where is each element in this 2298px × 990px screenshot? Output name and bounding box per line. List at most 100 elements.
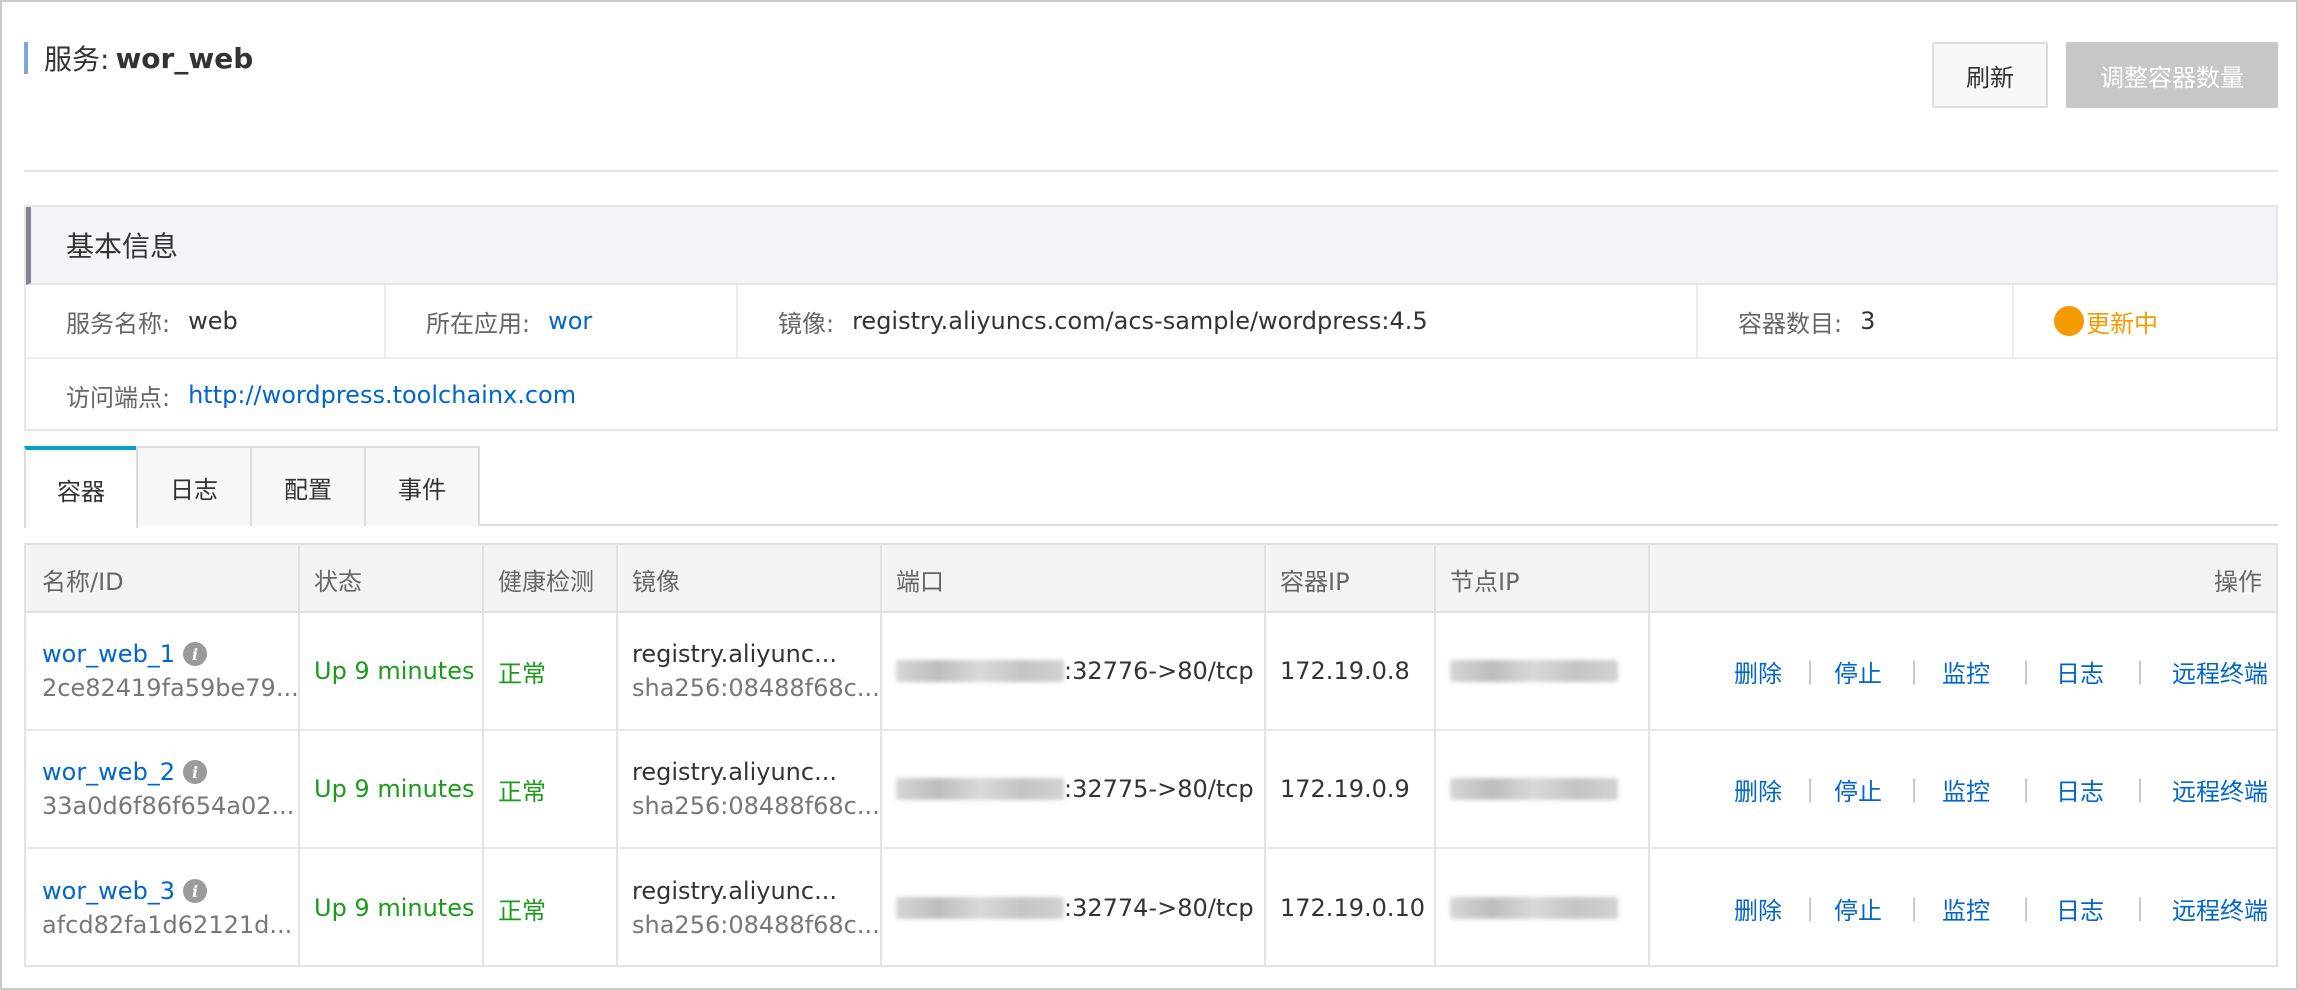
app-link[interactable]: wor <box>548 307 592 335</box>
monitor-action[interactable]: 监控 <box>1942 772 1990 807</box>
logs-action[interactable]: 日志 <box>2056 891 2104 926</box>
status-dot-icon <box>2054 306 2084 336</box>
health-cell: 正常 <box>498 777 546 806</box>
col-header-node-ip: 节点IP <box>1450 567 1520 596</box>
container-count-label: 容器数目: <box>1738 309 1843 338</box>
container-count-cell: 容器数目: 3 <box>1698 285 2014 357</box>
action-separator: | <box>1806 775 1815 803</box>
column-divider <box>616 545 618 965</box>
column-divider <box>1434 545 1436 965</box>
tab-events[interactable]: 事件 <box>364 446 480 526</box>
column-divider <box>482 545 484 965</box>
app-cell: 所在应用: wor <box>386 285 738 357</box>
scale-containers-button[interactable]: 调整容器数量 <box>2066 42 2278 108</box>
page-header: 服务: wor_web <box>24 40 253 76</box>
delete-action[interactable]: 删除 <box>1734 772 1782 807</box>
service-name-value: web <box>188 307 238 335</box>
delete-action[interactable]: 删除 <box>1734 654 1782 689</box>
info-icon[interactable]: i <box>183 642 208 666</box>
table-row: wor_web_2 i 33a0d6f86f654a02... Up 9 minu… <box>26 731 2276 849</box>
name-cell: wor_web_2 i 33a0d6f86f654a02... <box>26 731 298 847</box>
action-separator: | <box>1806 894 1815 922</box>
delete-action[interactable]: 删除 <box>1734 891 1782 926</box>
redacted-host-ip <box>896 897 1064 919</box>
image-name: registry.aliyunc... <box>632 877 837 905</box>
container-ip-cell: 172.19.0.10 <box>1280 894 1426 922</box>
col-header-actions: 操作 <box>2214 567 2262 596</box>
port-cell: :32776->80/tcp <box>880 613 1254 729</box>
action-separator: | <box>2136 657 2145 685</box>
image-name: registry.aliyunc... <box>632 758 837 786</box>
tab-containers[interactable]: 容器 <box>24 446 138 528</box>
image-label: 镜像: <box>778 309 835 338</box>
app-label: 所在应用: <box>426 309 531 338</box>
basic-info-panel: 基本信息 服务名称: web 所在应用: wor 镜像: registry.al… <box>24 205 2278 431</box>
image-digest: sha256:08488f68c... <box>632 674 880 702</box>
action-separator: | <box>2022 894 2031 922</box>
image-cell: 镜像: registry.aliyuncs.com/acs-sample/wor… <box>738 285 1698 357</box>
action-separator: | <box>1910 894 1919 922</box>
container-name-link[interactable]: wor_web_2 <box>42 758 175 786</box>
action-separator: | <box>2136 894 2145 922</box>
page-title: wor_web <box>115 41 254 75</box>
basic-info-heading: 基本信息 <box>26 207 2276 285</box>
port-cell: :32775->80/tcp <box>880 731 1254 847</box>
info-icon[interactable]: i <box>183 879 208 903</box>
action-separator: | <box>1910 657 1919 685</box>
endpoint-row: 访问端点: http://wordpress.toolchainx.com <box>26 359 2276 431</box>
title-accent-bar <box>24 42 28 74</box>
endpoint-link[interactable]: http://wordpress.toolchainx.com <box>188 381 576 409</box>
column-divider <box>880 545 882 965</box>
stop-action[interactable]: 停止 <box>1834 772 1882 807</box>
info-icon[interactable]: i <box>183 760 208 784</box>
endpoint-label: 访问端点: <box>66 383 171 412</box>
page-title-label: 服务: <box>44 43 110 76</box>
port-cell: :32774->80/tcp <box>880 849 1254 967</box>
action-separator: | <box>1806 657 1815 685</box>
action-separator: | <box>1910 775 1919 803</box>
service-name-cell: 服务名称: web <box>26 285 386 357</box>
column-divider <box>298 545 300 965</box>
node-ip-cell <box>1434 849 1618 967</box>
col-header-health: 健康检测 <box>498 567 594 596</box>
image-name: registry.aliyunc... <box>632 640 837 668</box>
col-header-name: 名称/ID <box>42 567 124 596</box>
status-badge: 更新中 <box>2054 304 2158 339</box>
container-ip-cell: 172.19.0.8 <box>1280 657 1410 685</box>
redacted-host-ip <box>896 660 1064 682</box>
endpoint-cell: 访问端点: http://wordpress.toolchainx.com <box>26 359 1226 431</box>
col-header-image: 镜像 <box>632 567 680 596</box>
terminal-action[interactable]: 远程终端 <box>2172 891 2268 926</box>
logs-action[interactable]: 日志 <box>2056 772 2104 807</box>
redacted-node-ip <box>1450 660 1618 682</box>
header-divider <box>24 170 2278 172</box>
terminal-action[interactable]: 远程终端 <box>2172 654 2268 689</box>
action-separator: | <box>2136 775 2145 803</box>
image-cell: registry.aliyunc... sha256:08488f68c... <box>616 731 880 847</box>
logs-action[interactable]: 日志 <box>2056 654 2104 689</box>
state-cell: Up 9 minutes <box>314 775 475 803</box>
column-divider <box>1264 545 1266 965</box>
port-mapping: :32774->80/tcp <box>1064 894 1254 922</box>
stop-action[interactable]: 停止 <box>1834 654 1882 689</box>
refresh-button[interactable]: 刷新 <box>1932 42 2048 108</box>
row-actions: 删除 | 停止 | 监控 | 日志 | 远程终端 <box>1648 849 2280 967</box>
container-name-link[interactable]: wor_web_1 <box>42 640 175 668</box>
name-cell: wor_web_3 i afcd82fa1d62121d... <box>26 849 298 967</box>
container-name-link[interactable]: wor_web_3 <box>42 877 175 905</box>
container-id: afcd82fa1d62121d... <box>42 911 293 939</box>
image-value: registry.aliyuncs.com/acs-sample/wordpre… <box>852 307 1428 335</box>
image-cell: registry.aliyunc... sha256:08488f68c... <box>616 849 880 967</box>
redacted-host-ip <box>896 778 1064 800</box>
image-digest: sha256:08488f68c... <box>632 792 880 820</box>
tab-config[interactable]: 配置 <box>250 446 366 526</box>
node-ip-cell <box>1434 731 1618 847</box>
monitor-action[interactable]: 监控 <box>1942 891 1990 926</box>
basic-info-row: 服务名称: web 所在应用: wor 镜像: registry.aliyunc… <box>26 285 2276 359</box>
stop-action[interactable]: 停止 <box>1834 891 1882 926</box>
monitor-action[interactable]: 监控 <box>1942 654 1990 689</box>
tab-logs[interactable]: 日志 <box>136 446 252 526</box>
image-digest: sha256:08488f68c... <box>632 911 880 939</box>
terminal-action[interactable]: 远程终端 <box>2172 772 2268 807</box>
container-id: 2ce82419fa59be79... <box>42 674 299 702</box>
